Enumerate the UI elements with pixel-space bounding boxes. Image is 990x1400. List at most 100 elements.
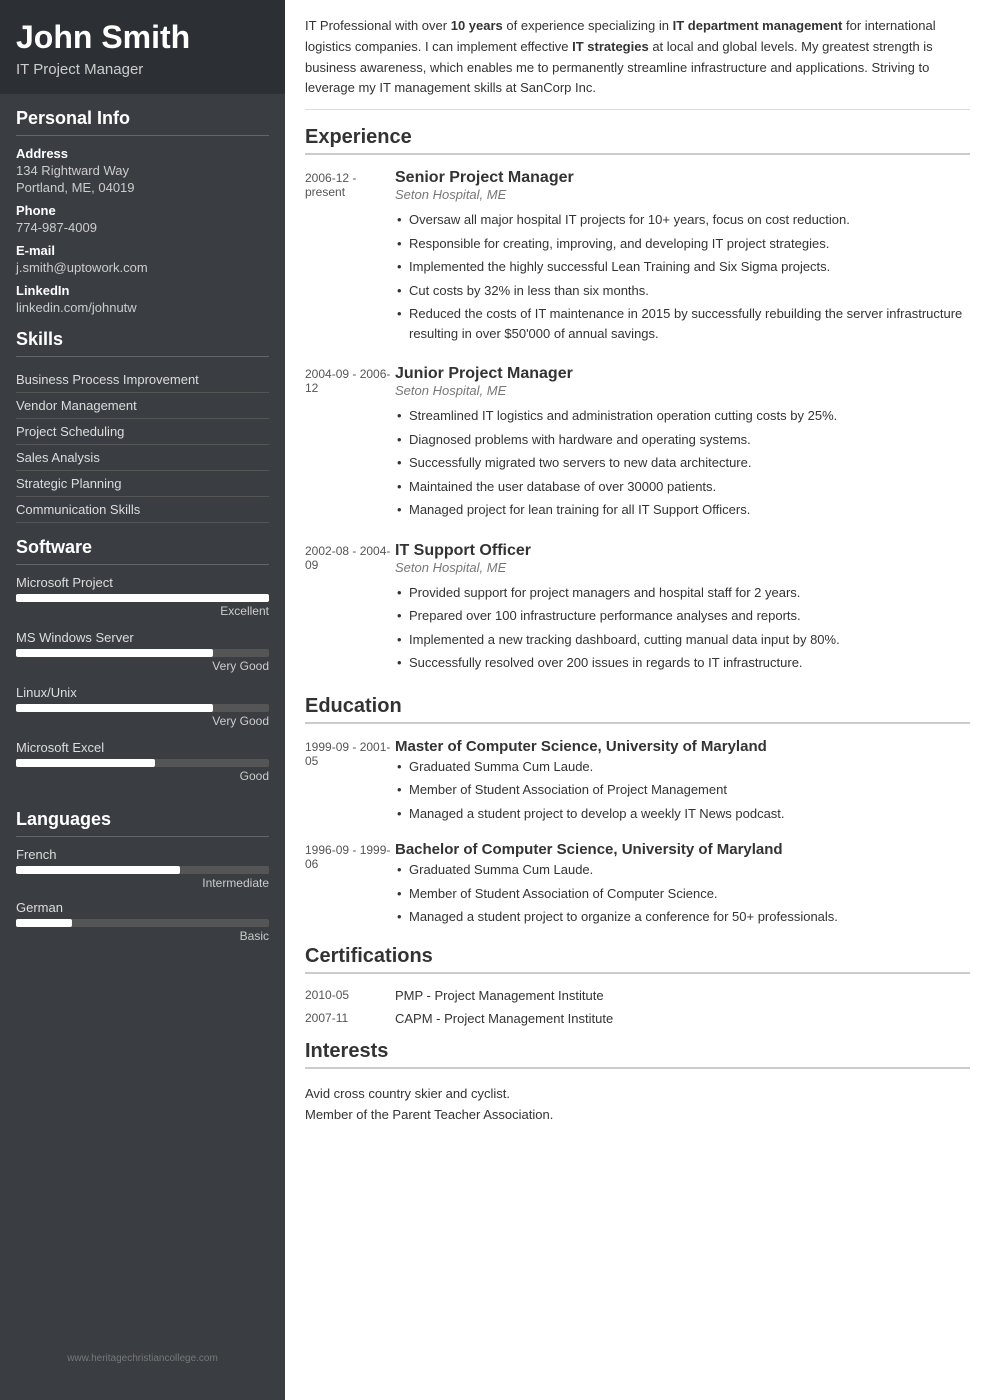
progress-bar-fill <box>16 759 155 767</box>
edu-bullet: Graduated Summa Cum Laude. <box>395 755 970 779</box>
language-name: German <box>16 900 269 915</box>
skills-title: Skills <box>16 315 269 357</box>
skills-section: Skills Business Process ImprovementVendo… <box>0 315 285 523</box>
sidebar: John Smith IT Project Manager Personal I… <box>0 0 285 1400</box>
progress-bar-fill <box>16 704 213 712</box>
skill-item: Project Scheduling <box>16 419 269 445</box>
exp-bullet: Cut costs by 32% in less than six months… <box>395 279 970 303</box>
sidebar-header: John Smith IT Project Manager <box>0 0 285 94</box>
certifications-title: Certifications <box>305 945 970 974</box>
exp-bullet: Maintained the user database of over 300… <box>395 475 970 499</box>
software-name: Microsoft Excel <box>16 740 269 755</box>
exp-bullet: Streamlined IT logistics and administrat… <box>395 404 970 428</box>
progress-bar-bg <box>16 649 269 657</box>
exp-bullet: Managed project for lean training for al… <box>395 498 970 522</box>
certifications-list: 2010-05 PMP - Project Management Institu… <box>305 988 970 1026</box>
software-level: Very Good <box>16 659 269 673</box>
exp-bullet: Diagnosed problems with hardware and ope… <box>395 428 970 452</box>
exp-bullets: Oversaw all major hospital IT projects f… <box>395 208 970 345</box>
language-progress-bg <box>16 866 269 874</box>
edu-bullet: Member of Student Association of Compute… <box>395 882 970 906</box>
software-level: Excellent <box>16 604 269 618</box>
skills-list: Business Process ImprovementVendor Manag… <box>16 367 269 523</box>
exp-date: 2002-08 - 2004-09 <box>305 542 395 675</box>
personal-info-section: Personal Info Address 134 Rightward Way … <box>0 94 285 315</box>
edu-date: 1999-09 - 2001-05 <box>305 738 395 826</box>
exp-bullet: Provided support for project managers an… <box>395 581 970 605</box>
language-level: Intermediate <box>16 876 269 890</box>
address-line2: Portland, ME, 04019 <box>16 180 269 195</box>
main-content: IT Professional with over 10 years of ex… <box>285 0 990 1400</box>
watermark: www.heritagechristiancollege.com <box>0 1337 285 1380</box>
personal-info-title: Personal Info <box>16 94 269 136</box>
software-name: Linux/Unix <box>16 685 269 700</box>
software-name: Microsoft Project <box>16 575 269 590</box>
languages-title: Languages <box>16 795 269 837</box>
skill-item: Communication Skills <box>16 497 269 523</box>
cert-name: CAPM - Project Management Institute <box>395 1011 613 1026</box>
language-progress-fill <box>16 866 180 874</box>
language-progress-fill <box>16 919 72 927</box>
cert-date: 2007-11 <box>305 1011 395 1026</box>
phone-label: Phone <box>16 203 269 218</box>
exp-content: Junior Project Manager Seton Hospital, M… <box>395 365 970 522</box>
linkedin-value: linkedin.com/johnutw <box>16 300 269 315</box>
progress-bar-fill <box>16 649 213 657</box>
software-item: Linux/Unix Very Good <box>16 685 269 728</box>
cert-item: 2007-11 CAPM - Project Management Instit… <box>305 1011 970 1026</box>
exp-company: Seton Hospital, ME <box>395 187 970 202</box>
cert-name: PMP - Project Management Institute <box>395 988 604 1003</box>
skill-item: Business Process Improvement <box>16 367 269 393</box>
linkedin-label: LinkedIn <box>16 283 269 298</box>
education-list: 1999-09 - 2001-05 Master of Computer Sci… <box>305 738 970 929</box>
exp-bullet: Responsible for creating, improving, and… <box>395 232 970 256</box>
edu-bullets: Graduated Summa Cum Laude.Member of Stud… <box>395 755 970 826</box>
interest-item: Member of the Parent Teacher Association… <box>305 1104 970 1125</box>
edu-bullets: Graduated Summa Cum Laude.Member of Stud… <box>395 858 970 929</box>
exp-title: Senior Project Manager <box>395 169 970 187</box>
progress-bar-bg <box>16 759 269 767</box>
edu-bullet: Graduated Summa Cum Laude. <box>395 858 970 882</box>
software-name: MS Windows Server <box>16 630 269 645</box>
software-section: Software Microsoft Project Excellent MS … <box>0 523 285 795</box>
experience-section: Experience 2006-12 - present Senior Proj… <box>305 126 970 675</box>
cert-item: 2010-05 PMP - Project Management Institu… <box>305 988 970 1003</box>
software-item: MS Windows Server Very Good <box>16 630 269 673</box>
skill-item: Strategic Planning <box>16 471 269 497</box>
languages-section: Languages French Intermediate German Bas… <box>0 795 285 953</box>
edu-bullet: Managed a student project to organize a … <box>395 905 970 929</box>
language-name: French <box>16 847 269 862</box>
interest-item: Avid cross country skier and cyclist. <box>305 1083 970 1104</box>
exp-date: 2006-12 - present <box>305 169 395 345</box>
experience-item: 2002-08 - 2004-09 IT Support Officer Set… <box>305 542 970 675</box>
phone-value: 774-987-4009 <box>16 220 269 235</box>
interests-title: Interests <box>305 1040 970 1069</box>
candidate-name: John Smith <box>16 20 269 55</box>
experience-item: 2006-12 - present Senior Project Manager… <box>305 169 970 345</box>
exp-bullet: Reduced the costs of IT maintenance in 2… <box>395 302 970 345</box>
language-item: German Basic <box>16 900 269 943</box>
edu-date: 1996-09 - 1999-06 <box>305 841 395 929</box>
education-item: 1996-09 - 1999-06 Bachelor of Computer S… <box>305 841 970 929</box>
experience-list: 2006-12 - present Senior Project Manager… <box>305 169 970 675</box>
skill-item: Sales Analysis <box>16 445 269 471</box>
exp-bullet: Successfully resolved over 200 issues in… <box>395 651 970 675</box>
exp-content: Senior Project Manager Seton Hospital, M… <box>395 169 970 345</box>
skill-item: Vendor Management <box>16 393 269 419</box>
email-value: j.smith@uptowork.com <box>16 260 269 275</box>
candidate-title: IT Project Manager <box>16 61 269 78</box>
address-label: Address <box>16 146 269 161</box>
address-line1: 134 Rightward Way <box>16 163 269 178</box>
exp-content: IT Support Officer Seton Hospital, ME Pr… <box>395 542 970 675</box>
software-item: Microsoft Project Excellent <box>16 575 269 618</box>
exp-bullet: Prepared over 100 infrastructure perform… <box>395 604 970 628</box>
progress-bar-bg <box>16 704 269 712</box>
languages-list: French Intermediate German Basic <box>16 847 269 943</box>
certifications-section: Certifications 2010-05 PMP - Project Man… <box>305 945 970 1026</box>
exp-title: Junior Project Manager <box>395 365 970 383</box>
experience-item: 2004-09 - 2006-12 Junior Project Manager… <box>305 365 970 522</box>
education-title: Education <box>305 695 970 724</box>
experience-title: Experience <box>305 126 970 155</box>
progress-bar-fill <box>16 594 269 602</box>
cert-date: 2010-05 <box>305 988 395 1003</box>
